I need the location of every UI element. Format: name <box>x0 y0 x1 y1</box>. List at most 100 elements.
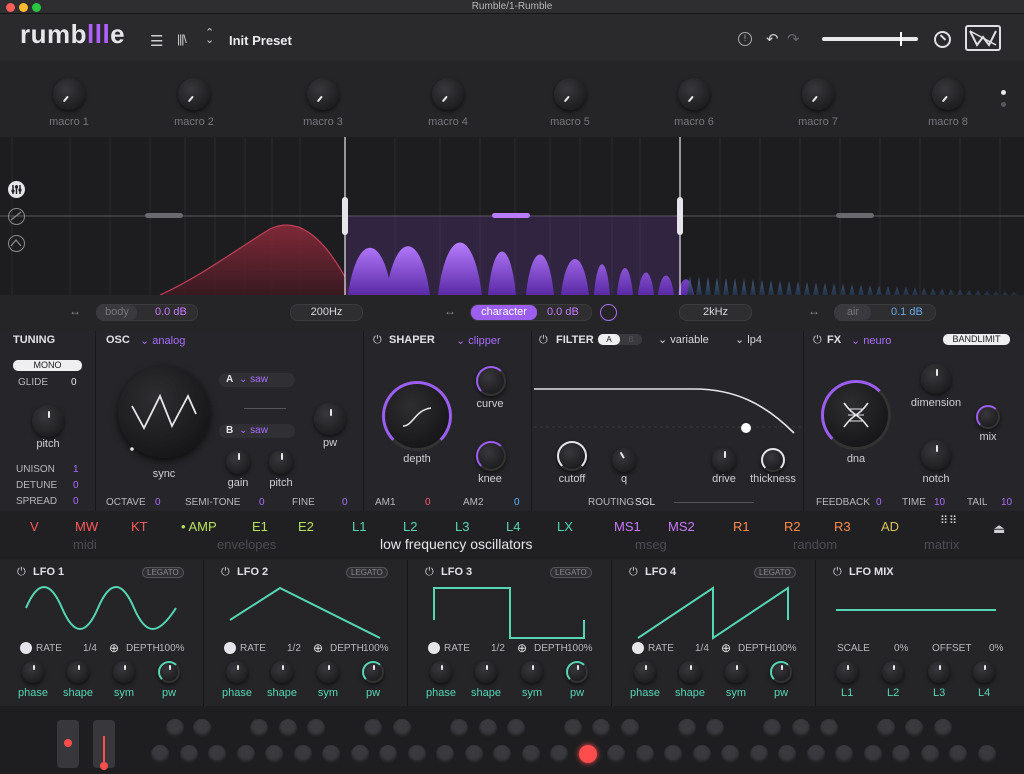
pad-upper-8[interactable] <box>450 719 468 737</box>
osc-pitch-knob[interactable] <box>269 450 293 474</box>
preset-arrows-icon[interactable]: ⌃ ⌄ <box>205 28 214 46</box>
spread-value[interactable]: 0 <box>73 496 79 507</box>
osc-b-wave-select[interactable]: B ⌄ saw <box>219 424 295 438</box>
pad-lower-25[interactable] <box>835 745 853 763</box>
pad-lower-22[interactable] <box>750 745 768 763</box>
pad-lower-19[interactable] <box>664 745 682 763</box>
notch-knob[interactable] <box>921 440 951 470</box>
lfo-2-waveform[interactable] <box>226 576 396 642</box>
pad-lower-10[interactable] <box>408 745 426 763</box>
pad-lower-29[interactable] <box>949 745 967 763</box>
character-dial-icon[interactable] <box>600 304 617 321</box>
air-band-control[interactable]: air 0.1 dB <box>834 304 936 321</box>
cutoff-knob[interactable] <box>557 441 587 471</box>
lfo-4-waveform[interactable] <box>634 576 804 642</box>
body-gain-value[interactable]: 0.0 dB <box>155 306 187 318</box>
feedback-value[interactable]: 0 <box>876 497 882 508</box>
lfo-mix-power-icon[interactable]: ⏻ <box>833 566 842 579</box>
dimension-knob[interactable] <box>921 364 951 394</box>
pad-lower-1[interactable] <box>151 745 169 763</box>
lfo-2-rate-icon[interactable] <box>224 642 236 654</box>
filter-type-dropdown[interactable]: ⌄ variable <box>658 333 709 346</box>
fine-value[interactable]: 0 <box>342 497 348 508</box>
knee-knob[interactable] <box>476 441 506 471</box>
lfo-4-depth-icon[interactable]: ⊕ <box>721 641 731 655</box>
lfo-3-depth-value[interactable]: 100% <box>567 643 593 654</box>
pad-lower-8[interactable] <box>351 745 369 763</box>
lfo-2-shape-knob[interactable] <box>271 661 293 683</box>
mod-wheel[interactable] <box>93 720 115 770</box>
time-value[interactable]: 10 <box>934 497 945 508</box>
tab-lfo-1[interactable]: L1 <box>352 519 366 534</box>
preset-name[interactable]: Init Preset <box>229 33 292 48</box>
menu-icon[interactable]: ☰ <box>150 32 163 50</box>
pad-upper-5[interactable] <box>307 719 325 737</box>
pad-lower-21[interactable] <box>721 745 739 763</box>
body-band-control[interactable]: body 0.0 dB <box>96 304 198 321</box>
curve-mode-icon[interactable] <box>8 208 25 225</box>
pad-lower-18[interactable] <box>636 745 654 763</box>
pad-lower-4[interactable] <box>237 745 255 763</box>
am2-value[interactable]: 0 <box>514 497 520 508</box>
shaper-power-icon[interactable]: ⏻ <box>373 334 382 347</box>
air-gain-value[interactable]: 0.1 dB <box>891 306 923 318</box>
filter-a-button[interactable]: A <box>598 334 620 345</box>
pad-lower-27[interactable] <box>892 745 910 763</box>
fx-power-icon[interactable]: ⏻ <box>813 334 822 347</box>
lfo-3-waveform[interactable] <box>430 576 600 642</box>
pad-lower-2[interactable] <box>180 745 198 763</box>
high-split-frequency[interactable]: 2kHz <box>679 304 752 321</box>
detune-value[interactable]: 0 <box>73 480 79 491</box>
tab-lfo-2[interactable]: L2 <box>403 519 417 534</box>
pad-upper-12[interactable] <box>592 719 610 737</box>
pad-lower-14[interactable] <box>522 745 540 763</box>
macro-8-knob[interactable] <box>932 78 964 110</box>
drive-knob[interactable] <box>712 448 736 472</box>
lfo-3-phase-knob[interactable] <box>430 661 452 683</box>
osc-a-wave-select[interactable]: A ⌄ saw <box>219 373 295 387</box>
pad-lower-17[interactable] <box>607 745 625 763</box>
pad-upper-6[interactable] <box>364 719 382 737</box>
lfo-3-depth-icon[interactable]: ⊕ <box>517 641 527 655</box>
peak-mode-icon[interactable] <box>8 235 25 252</box>
tab-lfo-3[interactable]: L3 <box>455 519 469 534</box>
tab-mseg-1[interactable]: MS1 <box>614 519 641 534</box>
pad-upper-7[interactable] <box>393 719 411 737</box>
tab-lfo-mix[interactable]: LX <box>557 519 573 534</box>
lfo-4-depth-value[interactable]: 100% <box>771 643 797 654</box>
filter-ab-switch[interactable]: A B <box>598 334 642 345</box>
lfo-1-depth-icon[interactable]: ⊕ <box>109 641 119 655</box>
tab-random-3[interactable]: R3 <box>834 519 851 534</box>
lfo-4-rate-value[interactable]: 1/4 <box>695 643 709 654</box>
thickness-knob[interactable] <box>761 448 785 472</box>
uvi-logo[interactable] <box>965 25 1001 51</box>
tab-keytrack[interactable]: KT <box>131 519 148 534</box>
tab-ad[interactable]: AD <box>881 519 899 534</box>
lfo-3-rate-value[interactable]: 1/2 <box>491 643 505 654</box>
macro-7-knob[interactable] <box>802 78 834 110</box>
pad-upper-20[interactable] <box>905 719 923 737</box>
collapse-panel-icon[interactable]: ⏏ <box>993 521 1005 537</box>
lfo-1-depth-value[interactable]: 100% <box>159 643 185 654</box>
lfo-1-rate-value[interactable]: 1/4 <box>83 643 97 654</box>
tab-velocity[interactable]: V <box>30 519 39 534</box>
character-band-control[interactable]: character 0.0 dB <box>470 304 592 321</box>
pad-lower-5[interactable] <box>265 745 283 763</box>
filter-power-icon[interactable]: ⏻ <box>539 334 548 347</box>
filter-b-button[interactable]: B <box>620 334 642 345</box>
glide-value[interactable]: 0 <box>71 377 77 388</box>
am1-value[interactable]: 0 <box>425 497 431 508</box>
depth-knob[interactable] <box>382 381 452 451</box>
pad-lower-16[interactable] <box>579 745 597 763</box>
pad-lower-20[interactable] <box>693 745 711 763</box>
lfo-3-rate-icon[interactable] <box>428 642 440 654</box>
volume-slider[interactable] <box>822 32 918 46</box>
lfo-2-pw-knob[interactable] <box>362 661 384 683</box>
pitch-bend-wheel[interactable] <box>57 720 79 768</box>
pitch-knob[interactable] <box>32 405 64 437</box>
fx-type-dropdown[interactable]: ⌄ neuro <box>851 334 891 347</box>
shaper-type-dropdown[interactable]: ⌄ clipper <box>456 334 501 347</box>
pad-lower-26[interactable] <box>864 745 882 763</box>
macro-3-knob[interactable] <box>307 78 339 110</box>
pad-lower-9[interactable] <box>379 745 397 763</box>
